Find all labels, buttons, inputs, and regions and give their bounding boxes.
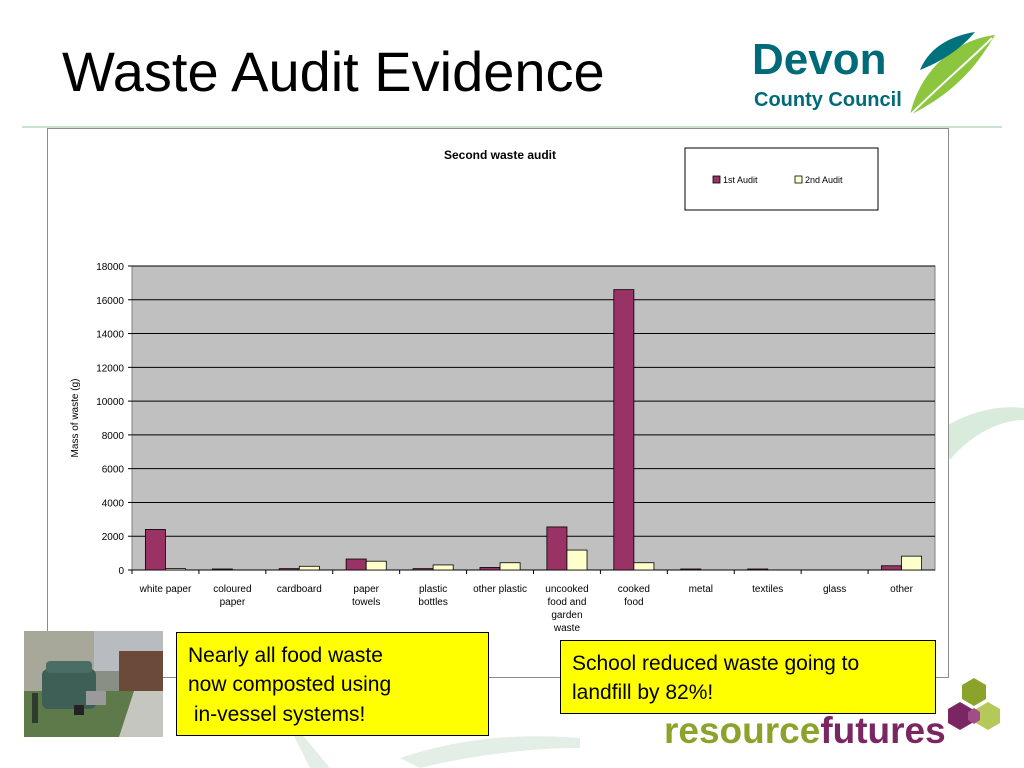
bar-second-audit [901, 555, 923, 571]
y-tick-label: 8000 [102, 431, 125, 442]
y-axis-label: Mass of waste (g) [70, 379, 81, 458]
y-tick-label: 4000 [102, 498, 125, 509]
x-tick-label: metal [689, 584, 713, 595]
x-tick-label: plastic [419, 584, 447, 595]
x-tick-label: garden [551, 610, 582, 621]
bar-first-audit [211, 568, 233, 571]
x-tick-label: waste [553, 623, 581, 634]
bar-second-audit [298, 565, 320, 571]
landfill-reduction-callout: School reduced waste going to landfill b… [560, 640, 936, 714]
legend-label: 1st Audit [723, 175, 758, 185]
plot-area [131, 265, 936, 571]
composter-photo [24, 631, 163, 737]
y-tick-label: 0 [118, 566, 124, 577]
bar-first-audit [278, 568, 300, 571]
bar-first-audit [479, 567, 501, 571]
x-tick-label: towels [352, 597, 380, 608]
bar-second-audit [165, 568, 186, 571]
x-tick-label: cardboard [277, 584, 322, 595]
x-tick-label: glass [823, 584, 846, 595]
chart-title: Second waste audit [444, 148, 556, 162]
bar-first-audit [680, 568, 702, 571]
x-tick-label: bottles [418, 597, 447, 608]
waste-audit-chart: Second waste audit 0 2000 4000 6000 8000 10000… [47, 128, 949, 678]
y-tick-label: 10000 [96, 397, 124, 408]
x-tick-label: paper [353, 584, 379, 595]
y-tick-label: 6000 [102, 465, 125, 476]
legend-label: 2nd Audit [805, 175, 843, 185]
bar-first-audit [881, 565, 902, 571]
logo-resource-word: resource [664, 710, 821, 751]
chart-svg: Second waste audit 0 2000 4000 6000 8000 10000… [70, 147, 936, 634]
y-tick-label: 14000 [96, 330, 124, 341]
legend-swatch [712, 175, 721, 184]
x-tick-label: paper [220, 597, 246, 608]
bar-first-audit [345, 558, 367, 571]
slide-title: Waste Audit Evidence [62, 40, 605, 103]
bar-first-audit [144, 529, 166, 571]
logo-futures-word: futures [820, 710, 946, 751]
x-tick-label: uncooked [545, 584, 588, 595]
logo-devon-word: Devon [752, 35, 887, 84]
x-tick-label: cooked [618, 584, 650, 595]
food-waste-callout: Nearly all food waste now composted usin… [176, 632, 489, 736]
bar-second-audit [432, 564, 454, 571]
legend-swatch [794, 175, 803, 184]
x-tick-label: food [624, 597, 643, 608]
x-tick-label: food and [547, 597, 586, 608]
leaf-icon [909, 32, 995, 116]
y-tick-label: 12000 [96, 363, 124, 374]
devon-county-council-logo: Devon County Council [752, 32, 1002, 124]
bar-second-audit [499, 562, 521, 571]
resource-futures-logo: resourcefutures [664, 712, 946, 749]
bar-second-audit [633, 562, 655, 571]
bar-first-audit [546, 526, 568, 571]
y-tick-label: 2000 [102, 532, 125, 543]
x-tick-label: textiles [752, 584, 783, 595]
x-tick-label: other [890, 584, 913, 595]
background-swoosh-decoration [940, 407, 1024, 460]
logo-council-word: County Council [754, 89, 902, 111]
x-tick-label: white paper [139, 584, 192, 595]
y-tick-label: 16000 [96, 296, 124, 307]
bar-second-audit [566, 549, 588, 571]
y-tick-label: 18000 [96, 262, 124, 273]
x-tick-label: other plastic [473, 584, 527, 595]
bar-second-audit [365, 560, 387, 571]
bar-first-audit [613, 289, 635, 571]
hexagon-cluster-icon [948, 678, 1000, 730]
bar-first-audit [412, 568, 434, 571]
bar-first-audit [747, 568, 769, 571]
x-tick-label: coloured [213, 584, 251, 595]
